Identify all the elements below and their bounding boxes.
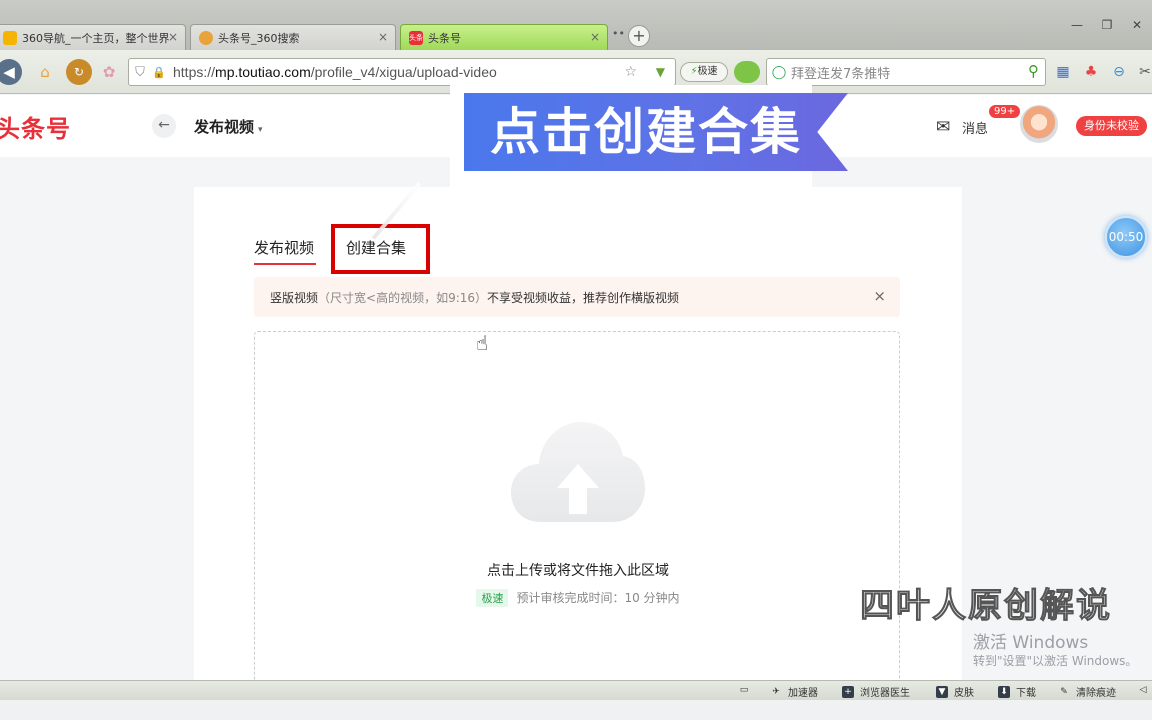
- close-tab-icon[interactable]: ×: [590, 30, 600, 44]
- close-tab-icon[interactable]: ×: [168, 30, 178, 44]
- messages-count-badge: 99+: [989, 105, 1021, 118]
- address-bar[interactable]: ⛉ 🔒 https://mp.toutiao.com/profile_v4/xi…: [128, 58, 676, 86]
- doctor-item[interactable]: + 浏览器医生: [842, 684, 910, 699]
- search-engine-icon: ◯: [771, 64, 787, 80]
- url-text[interactable]: https://mp.toutiao.com/profile_v4/xigua/…: [173, 64, 497, 80]
- messages-link[interactable]: 消息: [962, 118, 988, 137]
- tab-more-icon[interactable]: ••: [612, 27, 625, 40]
- identity-unverified-badge[interactable]: 身份未校验: [1076, 116, 1147, 136]
- tab-publish-video[interactable]: 发布视频: [254, 237, 314, 258]
- minimize-icon[interactable]: —: [1064, 18, 1090, 34]
- vertical-video-notice: 竖版视频 （尺寸宽<高的视频，如9:16） 不享受视频收益，推荐创作横版视频 ×: [254, 277, 900, 317]
- browser-tab-bar: 360导航_一个主页，整个世界 × 头条号_360搜索 × 头条 头条号 × •…: [0, 0, 1152, 50]
- page-title[interactable]: 发布视频 ▾: [194, 116, 263, 137]
- restore-icon[interactable]: ❐: [1094, 18, 1120, 34]
- toutiao-favicon-icon: 头条: [409, 30, 423, 45]
- search-input[interactable]: 拜登连发7条推特: [791, 63, 890, 82]
- new-tab-button[interactable]: +: [628, 25, 650, 47]
- rocket-icon: ✈: [772, 686, 780, 697]
- hand-cursor-icon: ☝: [476, 331, 489, 355]
- apps-icon[interactable]: ▦: [1054, 63, 1072, 81]
- broom-icon: ✎: [1060, 686, 1068, 697]
- extension-cloud-icon[interactable]: [734, 61, 760, 83]
- dropdown-icon[interactable]: ▼: [656, 65, 665, 79]
- active-tab-underline: [254, 263, 316, 265]
- video-watermark: 四叶人原创解说: [860, 586, 1112, 627]
- gamepad-icon[interactable]: ♣: [1082, 63, 1100, 81]
- back-icon[interactable]: ◀: [0, 59, 22, 85]
- 360-search-favicon-icon: [199, 30, 213, 45]
- speed-tag: 极速: [476, 589, 509, 607]
- scissors-icon[interactable]: ✂: [1136, 63, 1152, 81]
- bottom-strip: [0, 700, 1152, 720]
- tutorial-banner: 点击创建合集: [464, 93, 848, 171]
- upload-cloud-icon: [511, 422, 645, 522]
- clear-traces-item[interactable]: ✎ 清除痕迹: [1058, 684, 1116, 700]
- home-icon[interactable]: ⌂: [32, 59, 58, 85]
- windows-activation-sub: 转到"设置"以激活 Windows。: [973, 654, 1138, 668]
- upload-instruction: 点击上传或将文件拖入此区域: [487, 563, 669, 579]
- close-notice-icon[interactable]: ×: [873, 287, 886, 305]
- 360-favicon-icon: [3, 30, 17, 45]
- tab-label: 头条号: [428, 31, 461, 45]
- close-window-icon[interactable]: ✕: [1124, 18, 1150, 34]
- accelerator-item[interactable]: ✈ 加速器: [770, 684, 818, 700]
- download-item[interactable]: ⬇ 下载: [998, 684, 1036, 699]
- paw-icon[interactable]: ✿: [96, 59, 122, 85]
- mail-icon[interactable]: ✉: [936, 117, 950, 137]
- shield-icon: ⛉: [135, 64, 145, 80]
- upload-dropzone[interactable]: 点击上传或将文件拖入此区域 极速 预计审核完成时间：10 分钟内: [254, 331, 900, 680]
- review-time-line: 极速 预计审核完成时间：10 分钟内: [255, 589, 901, 607]
- chevron-down-icon: ▾: [258, 125, 263, 135]
- tab-360-search[interactable]: 头条号_360搜索 ×: [190, 24, 396, 50]
- bookmark-star-icon[interactable]: ☆: [624, 64, 637, 80]
- notice-lead: 竖版视频: [270, 290, 319, 305]
- close-tab-icon[interactable]: ×: [378, 30, 388, 44]
- notice-tail: 不享受视频收益，推荐创作横版视频: [487, 290, 680, 305]
- tab-label: 头条号_360搜索: [218, 31, 300, 45]
- lock-icon: 🔒: [152, 65, 166, 79]
- toutiao-logo[interactable]: 头条号: [0, 109, 71, 144]
- refresh-icon[interactable]: ↻: [66, 59, 92, 85]
- skin-item[interactable]: ▼ 皮肤: [936, 684, 974, 699]
- tab-360-navigation[interactable]: 360导航_一个主页，整个世界 ×: [0, 24, 186, 50]
- speed-mode-button[interactable]: ⚡极速: [680, 62, 728, 82]
- mini-icon[interactable]: ⊖: [1110, 63, 1128, 81]
- tab-label: 360导航_一个主页，整个世界: [22, 31, 170, 45]
- download-icon: ⬇: [998, 685, 1010, 698]
- upload-card: 发布视频 创建合集 竖版视频 （尺寸宽<高的视频，如9:16） 不享受视频收益，…: [194, 187, 962, 680]
- tab-toutiao-active[interactable]: 头条 头条号 ×: [400, 24, 608, 50]
- doctor-icon: +: [842, 685, 854, 698]
- notice-paren: （尺寸宽<高的视频，如9:16）: [318, 290, 488, 305]
- lightning-icon: ⚡: [690, 66, 698, 77]
- search-icon[interactable]: ⚲: [1028, 62, 1039, 80]
- review-time-text: 预计审核完成时间：10 分钟内: [516, 591, 680, 605]
- browser-status-bar: ▭ ✈ 加速器 + 浏览器医生 ▼ 皮肤 ⬇ 下载 ✎ 清除痕迹 ◁: [0, 680, 1152, 700]
- volume-icon[interactable]: ◁: [1137, 684, 1152, 696]
- windows-activation-title: 激活 Windows: [973, 633, 1089, 653]
- skin-icon: ▼: [936, 685, 948, 698]
- back-button[interactable]: ←: [152, 114, 176, 138]
- search-box[interactable]: ◯ 拜登连发7条推特 ⚲: [766, 58, 1046, 86]
- image-icon[interactable]: ▭: [738, 684, 756, 696]
- timer-bubble[interactable]: 00:50: [1105, 216, 1147, 258]
- avatar[interactable]: [1020, 105, 1058, 143]
